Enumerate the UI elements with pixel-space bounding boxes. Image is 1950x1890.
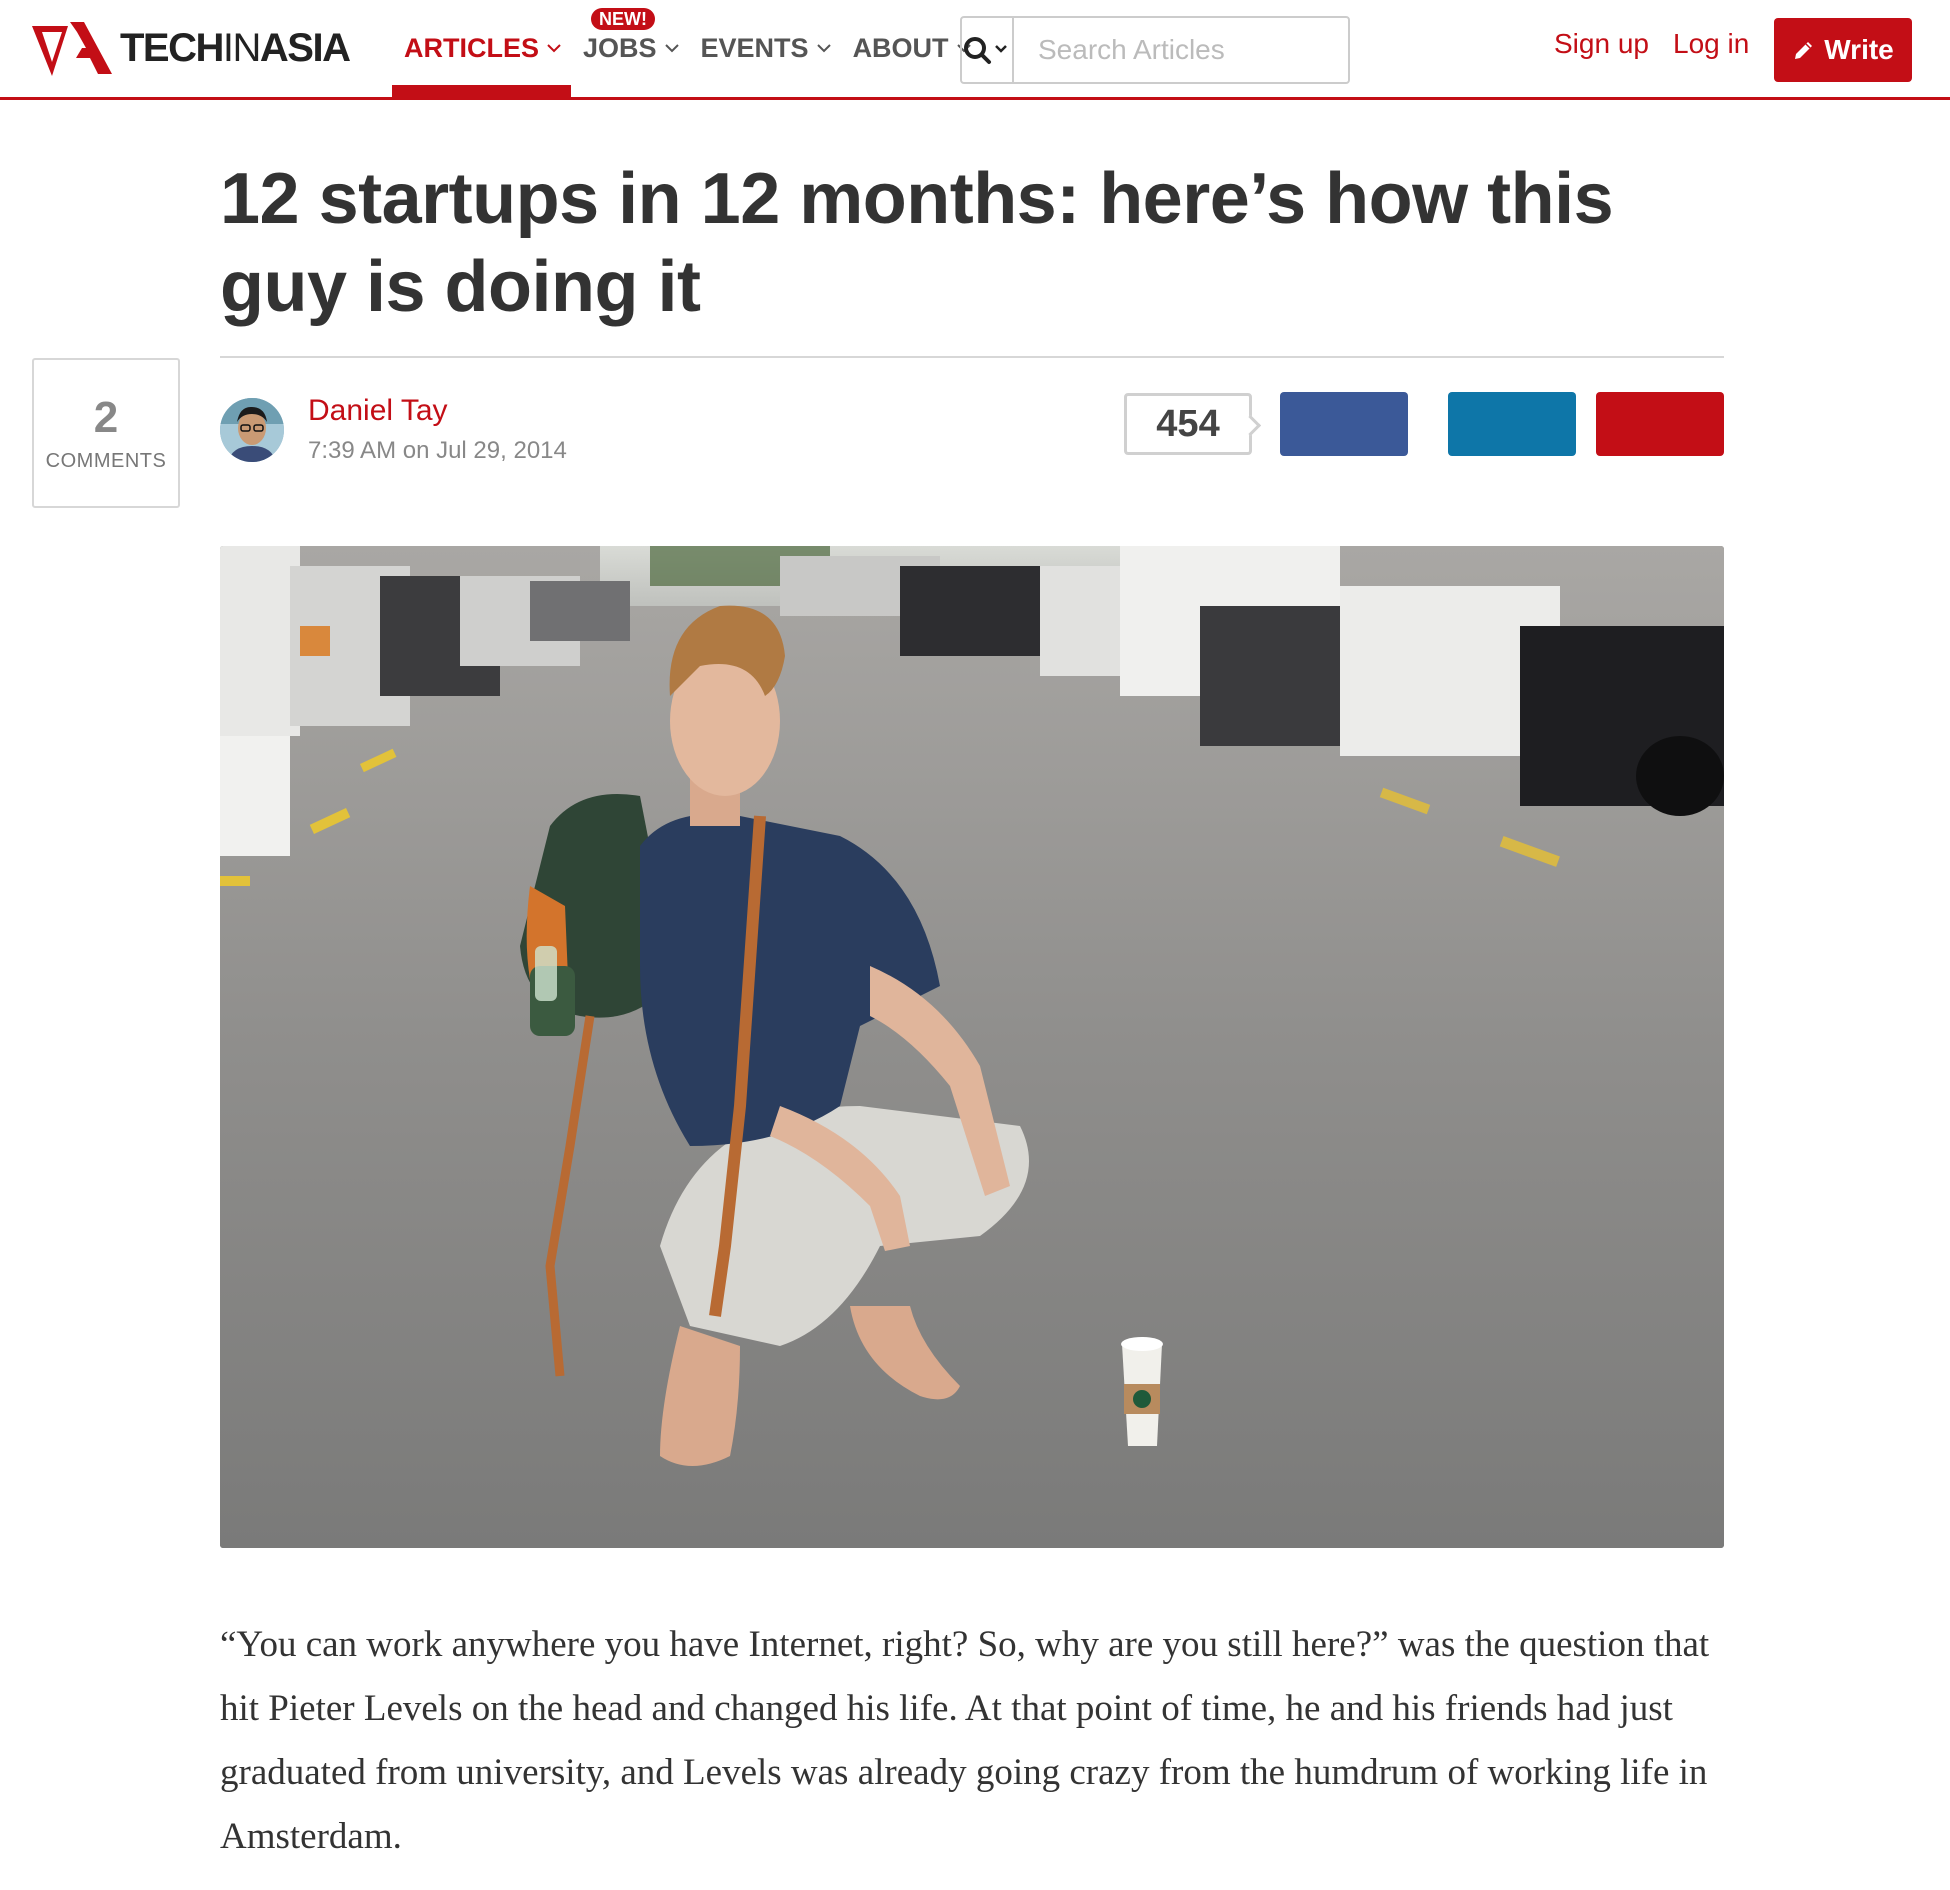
facebook-share-button[interactable] bbox=[1280, 392, 1408, 456]
linkedin-share-button[interactable] bbox=[1448, 392, 1576, 456]
write-button[interactable]: Write bbox=[1774, 18, 1912, 82]
search-dropdown-button[interactable] bbox=[962, 18, 1014, 82]
post-date: 7:39 AM on Jul 29, 2014 bbox=[308, 437, 567, 464]
nav-jobs[interactable]: NEW! JOBS bbox=[571, 0, 689, 97]
logo-mark-icon bbox=[32, 22, 112, 76]
nav-about-label: ABOUT bbox=[852, 33, 949, 63]
main-nav: ARTICLES NEW! JOBS EVENTS ABOUT bbox=[392, 0, 981, 97]
title-divider bbox=[220, 356, 1724, 358]
log-in-link[interactable]: Log in bbox=[1673, 28, 1749, 60]
site-header: TECHINASIA ARTICLES NEW! JOBS EVENTS ABO… bbox=[0, 0, 1950, 100]
logo-wordmark: TECHINASIA bbox=[120, 25, 351, 70]
share-count: 454 bbox=[1124, 393, 1252, 455]
google-plus-share-button[interactable] bbox=[1596, 392, 1724, 456]
pencil-icon bbox=[1795, 42, 1813, 59]
comments-label: COMMENTS bbox=[45, 449, 167, 472]
nav-jobs-label: JOBS bbox=[583, 33, 657, 63]
sign-up-link[interactable]: Sign up bbox=[1554, 28, 1649, 60]
author-name-link[interactable]: Daniel Tay bbox=[308, 394, 448, 428]
nav-articles[interactable]: ARTICLES bbox=[392, 0, 571, 97]
chevron-down-icon bbox=[664, 43, 679, 55]
article-lead-paragraph: “You can work anywhere you have Internet… bbox=[220, 1624, 1710, 1857]
search-box bbox=[960, 16, 1423, 84]
nav-articles-label: ARTICLES bbox=[404, 33, 539, 63]
new-badge: NEW! bbox=[591, 8, 655, 30]
comments-counter[interactable]: 2 COMMENTS bbox=[32, 358, 180, 508]
chevron-down-icon bbox=[547, 43, 561, 55]
nav-events-label: EVENTS bbox=[700, 33, 809, 63]
author-avatar[interactable] bbox=[220, 398, 284, 462]
nav-events[interactable]: EVENTS bbox=[689, 0, 841, 97]
article-title: 12 startups in 12 months: here’s how thi… bbox=[220, 159, 1614, 327]
comments-count: 2 bbox=[93, 392, 119, 442]
techinasia-logo[interactable]: TECHINASIA bbox=[30, 18, 351, 78]
man-crouching-photo bbox=[220, 546, 1724, 1548]
search-icon bbox=[964, 37, 1007, 64]
write-button-label: Write bbox=[1824, 34, 1894, 65]
chevron-down-icon bbox=[816, 43, 831, 55]
search-input[interactable] bbox=[1014, 18, 1423, 82]
hero-image bbox=[220, 546, 1724, 1548]
